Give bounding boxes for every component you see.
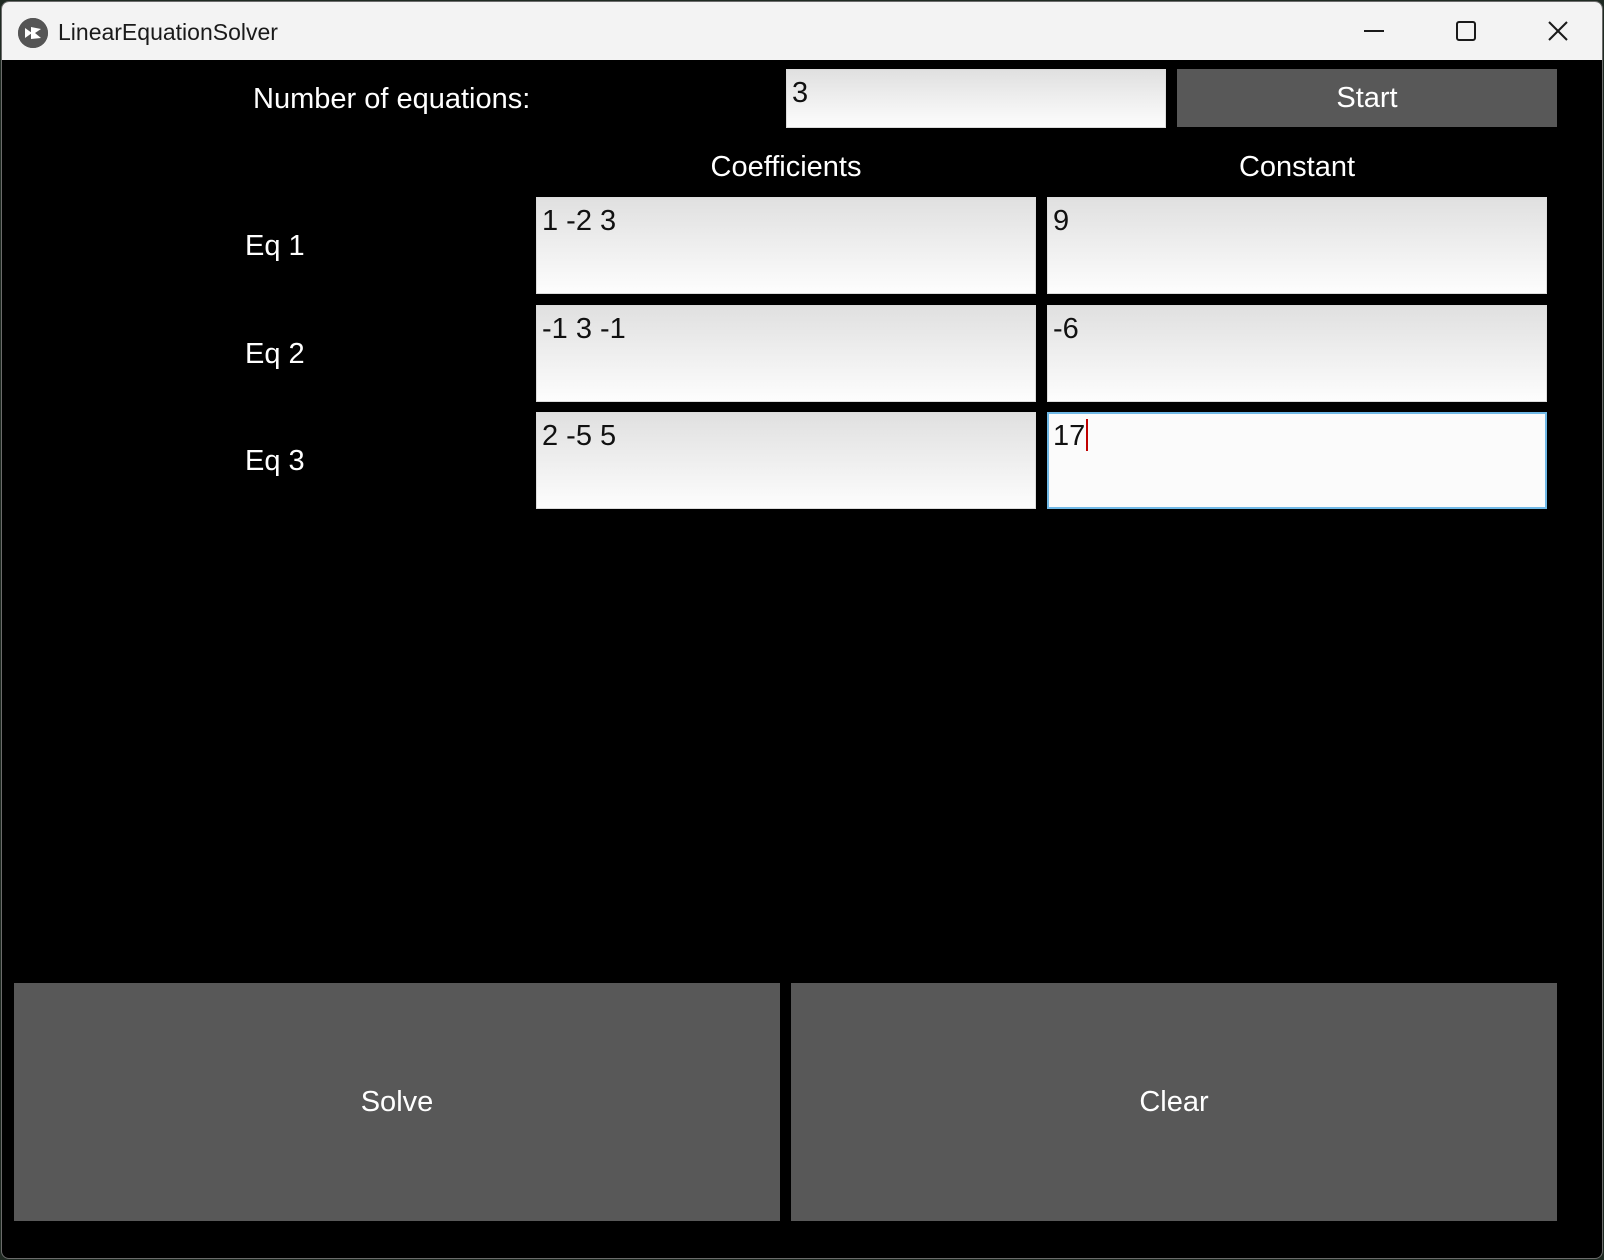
num-equations-input[interactable]: 3 [786,69,1166,128]
equation-label: Eq 3 [245,445,305,477]
equation-label: Eq 1 [245,230,305,262]
coefficients-header: Coefficients [710,151,862,183]
start-button[interactable]: Start [1177,69,1557,127]
coefficients-input[interactable]: -1 3 -1 [536,305,1036,402]
constant-header: Constant [1238,151,1356,183]
maximize-button[interactable] [1420,2,1512,60]
constant-input[interactable]: -6 [1047,305,1547,402]
constant-value: 17 [1053,420,1086,452]
minimize-button[interactable] [1328,2,1420,60]
clear-button[interactable]: Clear [791,983,1557,1221]
equation-label: Eq 2 [245,338,305,370]
maximize-icon [1456,21,1476,41]
minimize-icon [1364,30,1384,32]
window-title: LinearEquationSolver [58,19,278,45]
constant-input[interactable]: 9 [1047,197,1547,294]
app-icon [18,18,48,48]
coefficients-input[interactable]: 2 -5 5 [536,412,1036,509]
constant-input-focused[interactable]: 17 [1047,412,1547,509]
close-icon [1548,21,1568,41]
solve-button[interactable]: Solve [14,983,780,1221]
app-window: LinearEquationSolver Number of equations… [1,1,1603,1259]
coefficients-input[interactable]: 1 -2 3 [536,197,1036,294]
num-equations-label: Number of equations: [253,83,531,115]
close-button[interactable] [1512,2,1602,60]
text-caret [1086,419,1089,451]
title-bar: LinearEquationSolver [2,2,1602,60]
